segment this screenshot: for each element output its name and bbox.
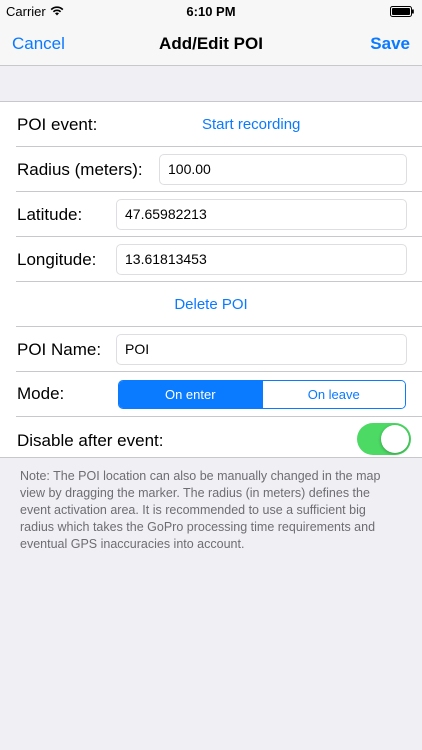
longitude-input[interactable]: 13.61813453 [116,244,407,275]
mode-on-leave-segment[interactable]: On leave [261,381,405,408]
radius-label: Radius (meters): [17,160,143,179]
mode-row: Mode: On enter On leave [0,372,422,417]
poi-event-label: POI event: [17,115,98,134]
longitude-row: Longitude: 13.61813453 [0,237,422,282]
poi-event-action-button[interactable]: Start recording [202,116,300,133]
disable-after-row: Disable after event: [0,417,422,459]
poi-name-label: POI Name: [17,340,102,359]
delete-poi-button[interactable]: Delete POI [0,296,422,313]
status-bar: Carrier 6:10 PM [0,0,422,22]
poi-name-row: POI Name: POI [0,327,422,372]
latitude-label: Latitude: [17,205,83,224]
latitude-input[interactable]: 47.65982213 [116,199,407,230]
mode-on-enter-segment[interactable]: On enter [119,381,262,408]
longitude-label: Longitude: [17,250,97,269]
disable-after-label: Disable after event: [17,431,164,450]
delete-row: Delete POI [0,282,422,327]
poi-form: POI event: Start recording Radius (meter… [0,101,422,458]
mode-label: Mode: [17,384,65,403]
radius-row: Radius (meters): 100.00 [0,147,422,192]
navigation-bar: Cancel Add/Edit POI Save [0,22,422,66]
status-time: 6:10 PM [186,4,236,19]
toggle-knob [381,425,409,453]
page-title: Add/Edit POI [159,34,263,53]
note-text: Note: The POI location can also be manua… [20,469,381,551]
poi-name-input[interactable]: POI [116,334,407,365]
save-button[interactable]: Save [370,34,410,54]
poi-event-row: POI event: Start recording [0,102,422,147]
mode-segmented-control: On enter On leave [118,380,406,409]
latitude-row: Latitude: 47.65982213 [0,192,422,237]
battery-icon [390,6,414,17]
disable-after-toggle[interactable] [357,423,411,455]
radius-input[interactable]: 100.00 [159,154,407,185]
